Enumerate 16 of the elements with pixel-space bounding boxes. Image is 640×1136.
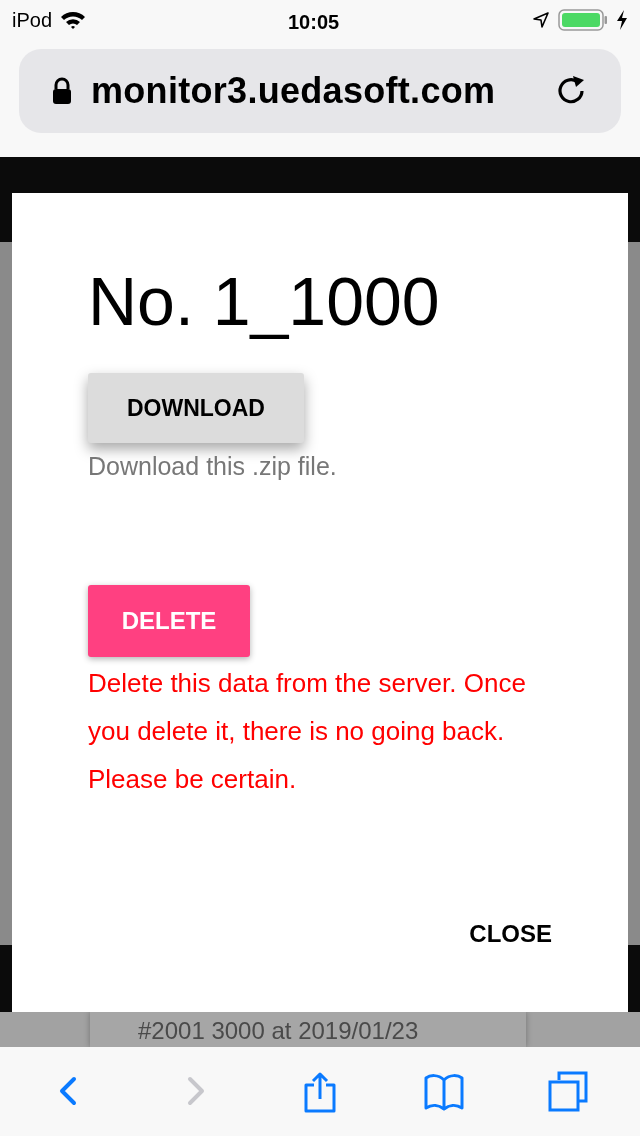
close-button[interactable]: CLOSE: [465, 916, 556, 952]
dialog-title: No. 1_1000: [88, 262, 441, 341]
charging-bolt-icon: [616, 10, 628, 30]
download-description: Download this .zip file.: [88, 451, 338, 481]
location-arrow-icon: [532, 11, 550, 29]
lock-icon: [51, 77, 73, 105]
download-button[interactable]: DOWNLOAD: [88, 373, 304, 443]
wifi-icon: [60, 10, 87, 30]
carrier-label: iPod: [12, 8, 53, 33]
url-text: monitor3.uedasoft.com: [91, 69, 496, 113]
delete-warning: Delete this data from the server. Once you delete it, there is no going back. Please be certain.: [88, 667, 527, 796]
list-item-text: #2001 3000 at 2019/01/23: [138, 1017, 419, 1044]
tabs-icon[interactable]: [548, 1070, 588, 1113]
clock: 10:05: [288, 10, 340, 35]
battery-icon: [558, 9, 608, 31]
address-bar[interactable]: monitor3.uedasoft.com: [19, 49, 621, 133]
